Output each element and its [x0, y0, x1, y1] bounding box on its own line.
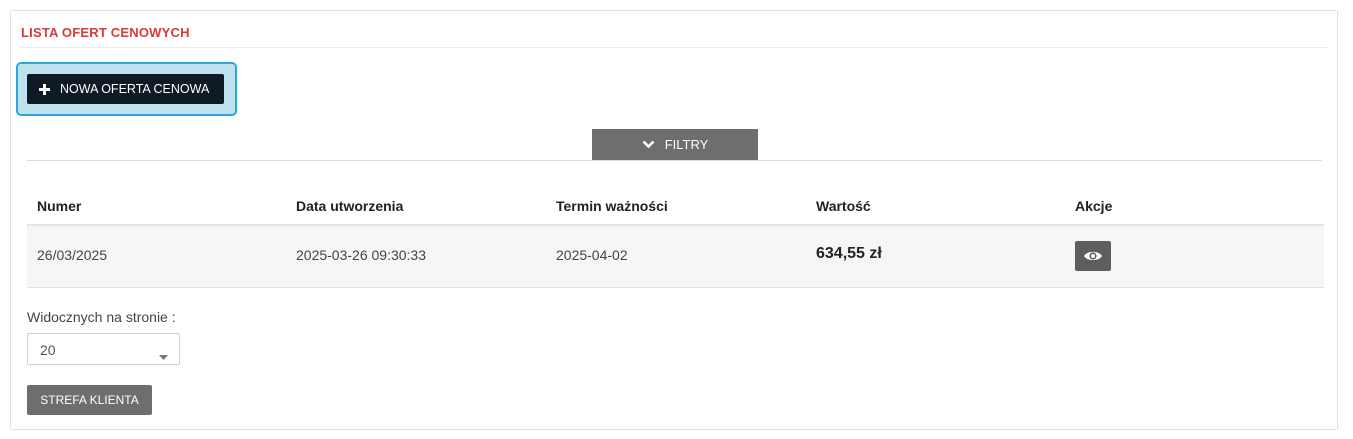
- column-header-actions: Akcje: [1075, 198, 1113, 214]
- offer-created-date: 2025-03-26 09:30:33: [296, 247, 426, 263]
- filters-toggle[interactable]: FILTRY: [592, 129, 758, 160]
- table-header: Numer Data utworzenia Termin ważności Wa…: [27, 191, 1324, 226]
- per-page-value: 20: [40, 342, 56, 358]
- offer-value: 634,55 zł: [816, 245, 882, 262]
- new-offer-button[interactable]: NOWA OFERTA CENOWA: [27, 74, 224, 104]
- column-header-created: Data utworzenia: [296, 198, 404, 214]
- plus-icon: [39, 83, 50, 95]
- filters-divider: [27, 160, 1322, 161]
- caret-down-icon: [159, 347, 168, 365]
- offer-valid-until: 2025-04-02: [556, 247, 628, 263]
- offers-table: Numer Data utworzenia Termin ważności Wa…: [27, 191, 1324, 288]
- view-offer-button[interactable]: [1075, 241, 1111, 271]
- title-divider: [21, 47, 1328, 48]
- offers-panel: LISTA OFERT CENOWYCH NOWA OFERTA CENOWA …: [10, 10, 1338, 430]
- eye-icon: [1084, 251, 1102, 261]
- per-page-select[interactable]: 20: [27, 333, 180, 365]
- offer-number: 26/03/2025: [37, 247, 108, 263]
- chevron-down-icon: [642, 140, 655, 149]
- panel-title: LISTA OFERT CENOWYCH: [21, 25, 190, 40]
- per-page-label: Widocznych na stronie :: [27, 309, 176, 325]
- column-header-number: Numer: [37, 198, 82, 214]
- client-zone-button[interactable]: STREFA KLIENTA: [27, 385, 152, 415]
- new-offer-label: NOWA OFERTA CENOWA: [60, 82, 210, 96]
- column-header-valid-until: Termin ważności: [556, 198, 668, 214]
- column-header-value: Wartość: [816, 198, 871, 214]
- table-row: 26/03/2025 2025-03-26 09:30:33 2025-04-0…: [27, 226, 1324, 288]
- filters-label: FILTRY: [664, 137, 709, 152]
